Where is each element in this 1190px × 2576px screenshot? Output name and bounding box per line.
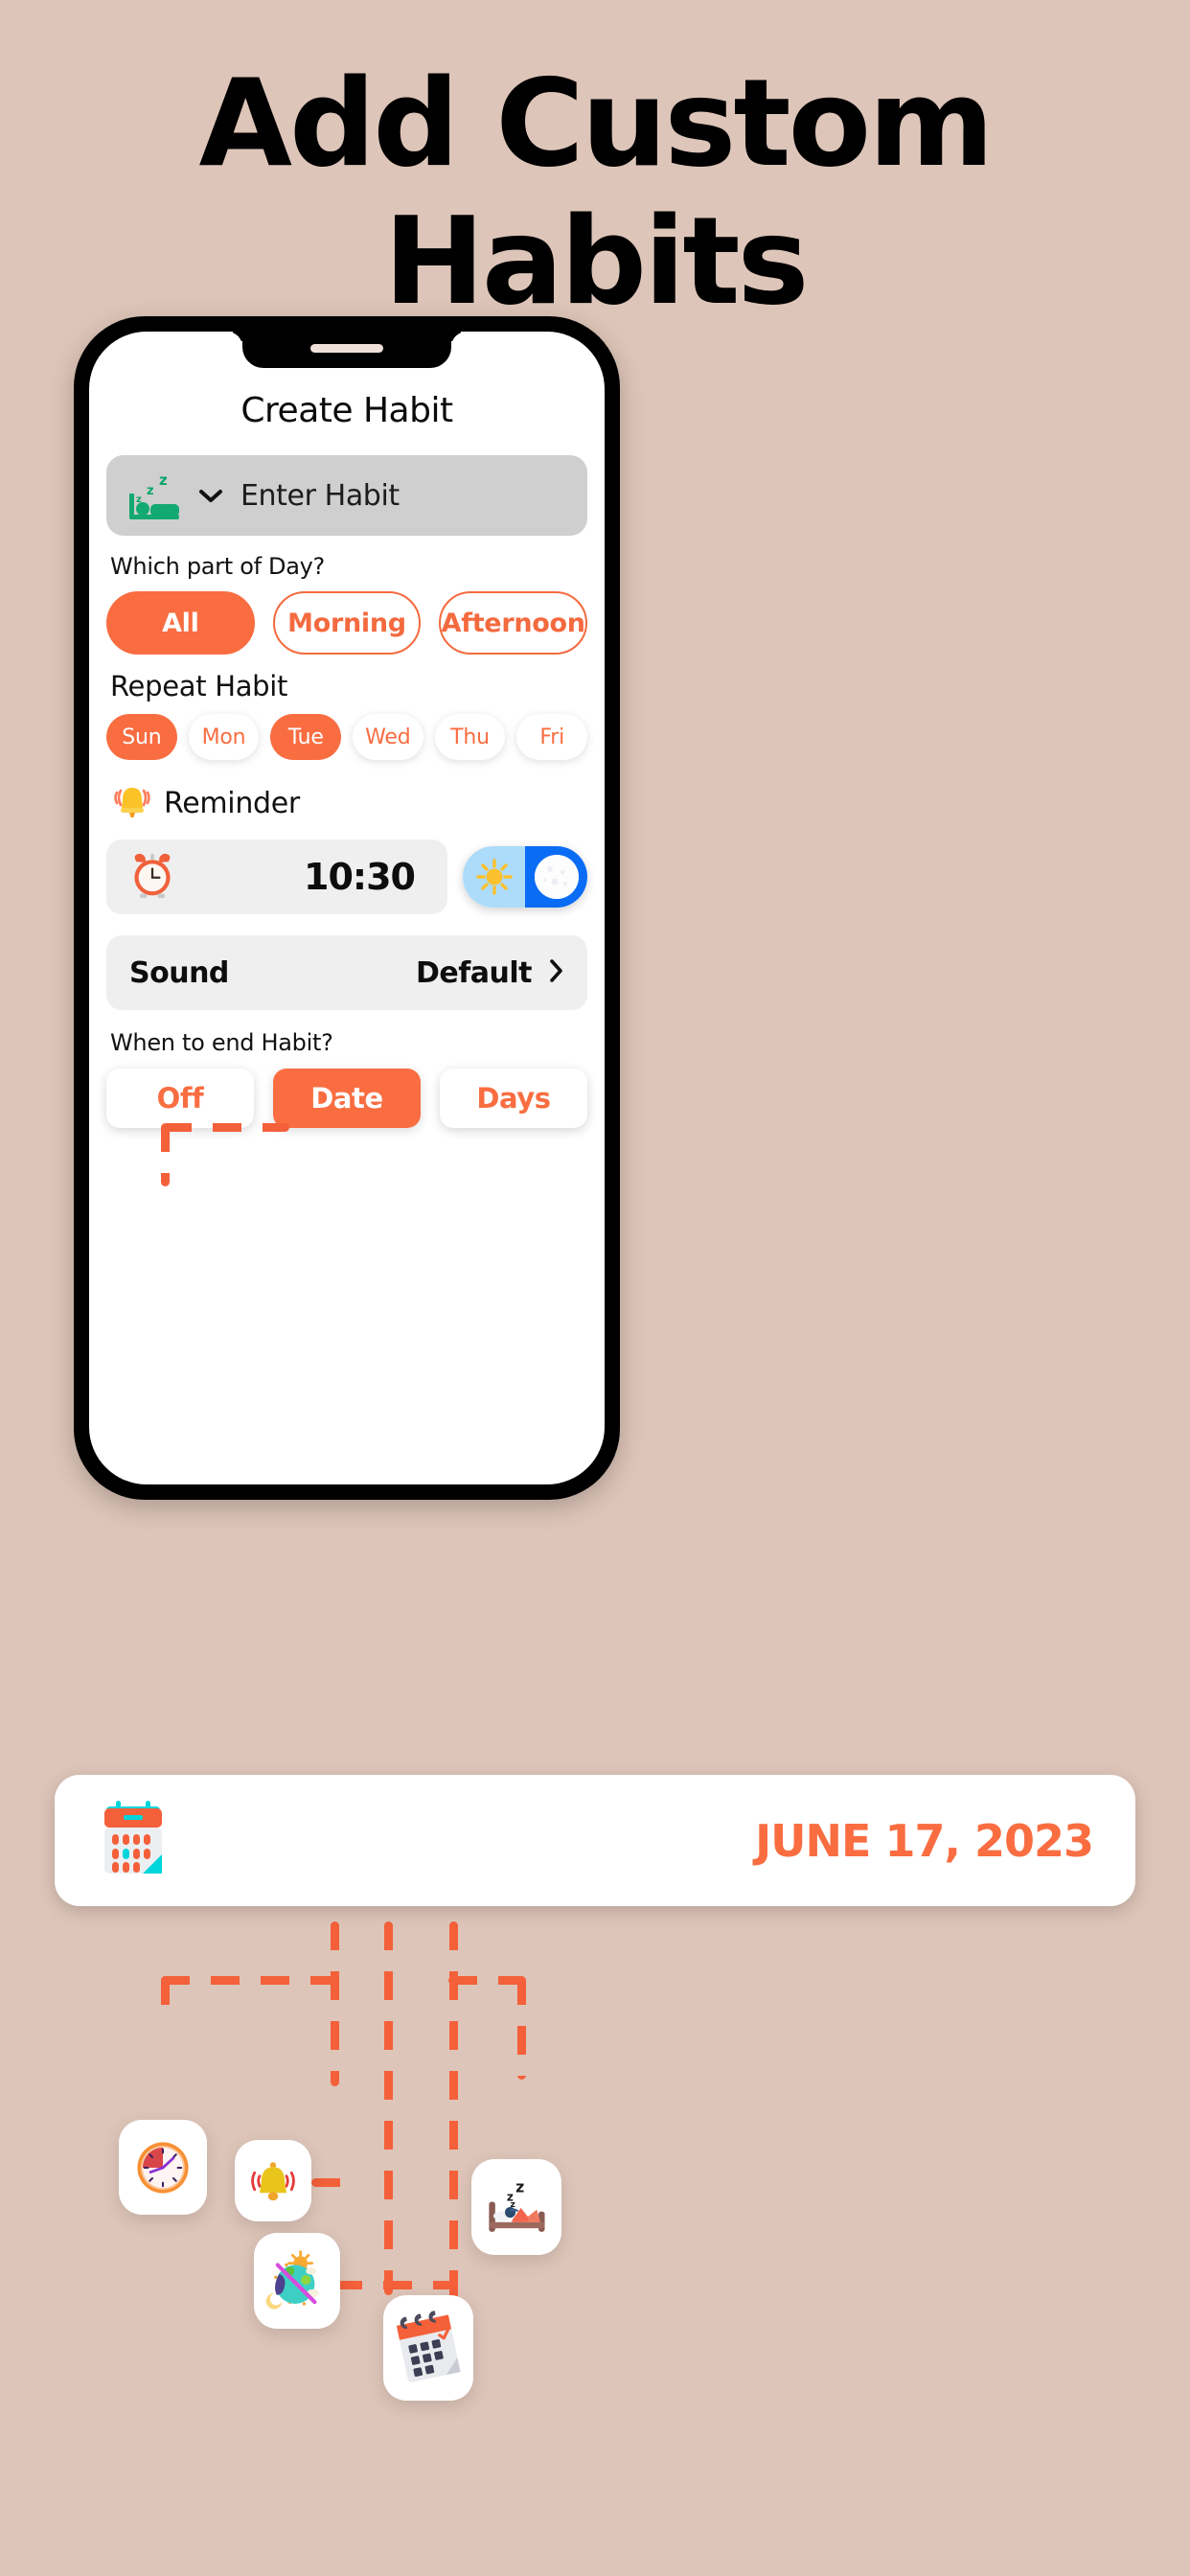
phone-screen: Create Habit z z z Enter Habit Which par…	[89, 332, 605, 1484]
floating-tile-globe[interactable]	[254, 2233, 340, 2329]
repeat-habit-label: Repeat Habit	[110, 670, 288, 702]
page-title: Add Custom Habits	[0, 63, 1190, 322]
part-of-day-morning-button[interactable]: Morning	[272, 591, 422, 655]
day-chip-thu[interactable]: Thu	[434, 714, 506, 760]
part-of-day-all-button[interactable]: All	[106, 591, 255, 655]
clock-icon	[137, 2141, 189, 2194]
connector-v-right	[517, 1976, 526, 2080]
end-habit-date-button[interactable]: Date	[273, 1069, 421, 1128]
repeat-habit-days: Sun Mon Tue Wed Thu Fri	[106, 714, 588, 760]
tear-off-calendar-icon	[97, 1797, 170, 1884]
headline-line-1: Add Custom	[198, 53, 994, 194]
end-habit-label: When to end Habit?	[110, 1029, 333, 1056]
connector-v-a	[331, 1921, 339, 2086]
floating-tile-clock[interactable]	[119, 2120, 207, 2215]
moon-icon	[535, 855, 579, 899]
headline-line-2: Habits	[383, 191, 809, 332]
end-date-value: JUNE 17, 2023	[755, 1814, 1094, 1867]
floating-tile-calendar[interactable]	[383, 2295, 473, 2401]
connector-h-right	[448, 1976, 525, 1985]
sleeping-bed-icon: z z z	[127, 471, 181, 520]
day-chip-tue[interactable]: Tue	[270, 714, 342, 760]
habit-input-placeholder: Enter Habit	[240, 478, 400, 513]
connector-top-h	[161, 1976, 335, 1985]
day-night-globe-icon	[265, 2250, 320, 2310]
reminder-time-field[interactable]: 10:30	[106, 840, 447, 914]
svg-text:z: z	[159, 472, 168, 489]
spiral-calendar-check-icon	[396, 2311, 461, 2382]
day-chip-mon[interactable]: Mon	[188, 714, 260, 760]
ringing-bell-icon	[251, 2161, 295, 2200]
day-chip-sun[interactable]: Sun	[106, 714, 177, 760]
connector-dash-1	[163, 1123, 289, 1132]
day-chip-wed[interactable]: Wed	[353, 714, 423, 760]
connector-h-globe	[333, 2281, 452, 2289]
floating-tile-bed[interactable]: z z z	[471, 2159, 561, 2255]
sound-row[interactable]: Sound Default	[106, 935, 587, 1010]
connector-h-bell	[311, 2178, 348, 2187]
day-chip-fri[interactable]: Fri	[516, 714, 588, 760]
reminder-header: Reminder	[112, 781, 587, 826]
reminder-label: Reminder	[164, 787, 300, 820]
part-of-day-label: Which part of Day?	[110, 553, 325, 580]
screen-title: Create Habit	[240, 391, 453, 430]
sleeping-person-bed-icon: z z z	[489, 2177, 545, 2232]
phone-mockup: Create Habit z z z Enter Habit Which par…	[74, 316, 620, 1500]
chevron-down-icon[interactable]	[198, 489, 223, 503]
part-of-day-options: All Morning Afternoon	[106, 591, 588, 655]
chevron-right-icon[interactable]	[549, 958, 564, 988]
toggle-day-half	[463, 846, 525, 908]
phone-speaker-icon	[310, 344, 383, 353]
bell-icon	[112, 781, 152, 826]
reminder-row: 10:30	[106, 840, 587, 914]
habit-input[interactable]: z z z Enter Habit	[106, 455, 587, 536]
end-habit-off-button[interactable]: Off	[106, 1069, 254, 1128]
end-habit-options: Off Date Days	[106, 1069, 587, 1128]
sound-label: Sound	[129, 955, 229, 990]
connector-dash-2	[161, 1123, 170, 1186]
alarm-clock-icon	[127, 850, 177, 905]
reminder-daynight-toggle[interactable]	[463, 846, 587, 908]
floating-tile-bell[interactable]	[235, 2140, 311, 2221]
svg-text:z: z	[147, 484, 154, 498]
sun-icon	[475, 859, 513, 895]
connector-v-b	[384, 1921, 393, 2295]
end-date-card[interactable]: JUNE 17, 2023	[55, 1775, 1135, 1906]
svg-text:z: z	[515, 2177, 524, 2196]
reminder-time-value: 10:30	[304, 856, 416, 898]
part-of-day-afternoon-button[interactable]: Afternoon	[439, 591, 588, 655]
end-habit-days-button[interactable]: Days	[440, 1069, 587, 1128]
sound-value: Default	[415, 955, 533, 990]
connector-left-v	[161, 1976, 170, 2009]
